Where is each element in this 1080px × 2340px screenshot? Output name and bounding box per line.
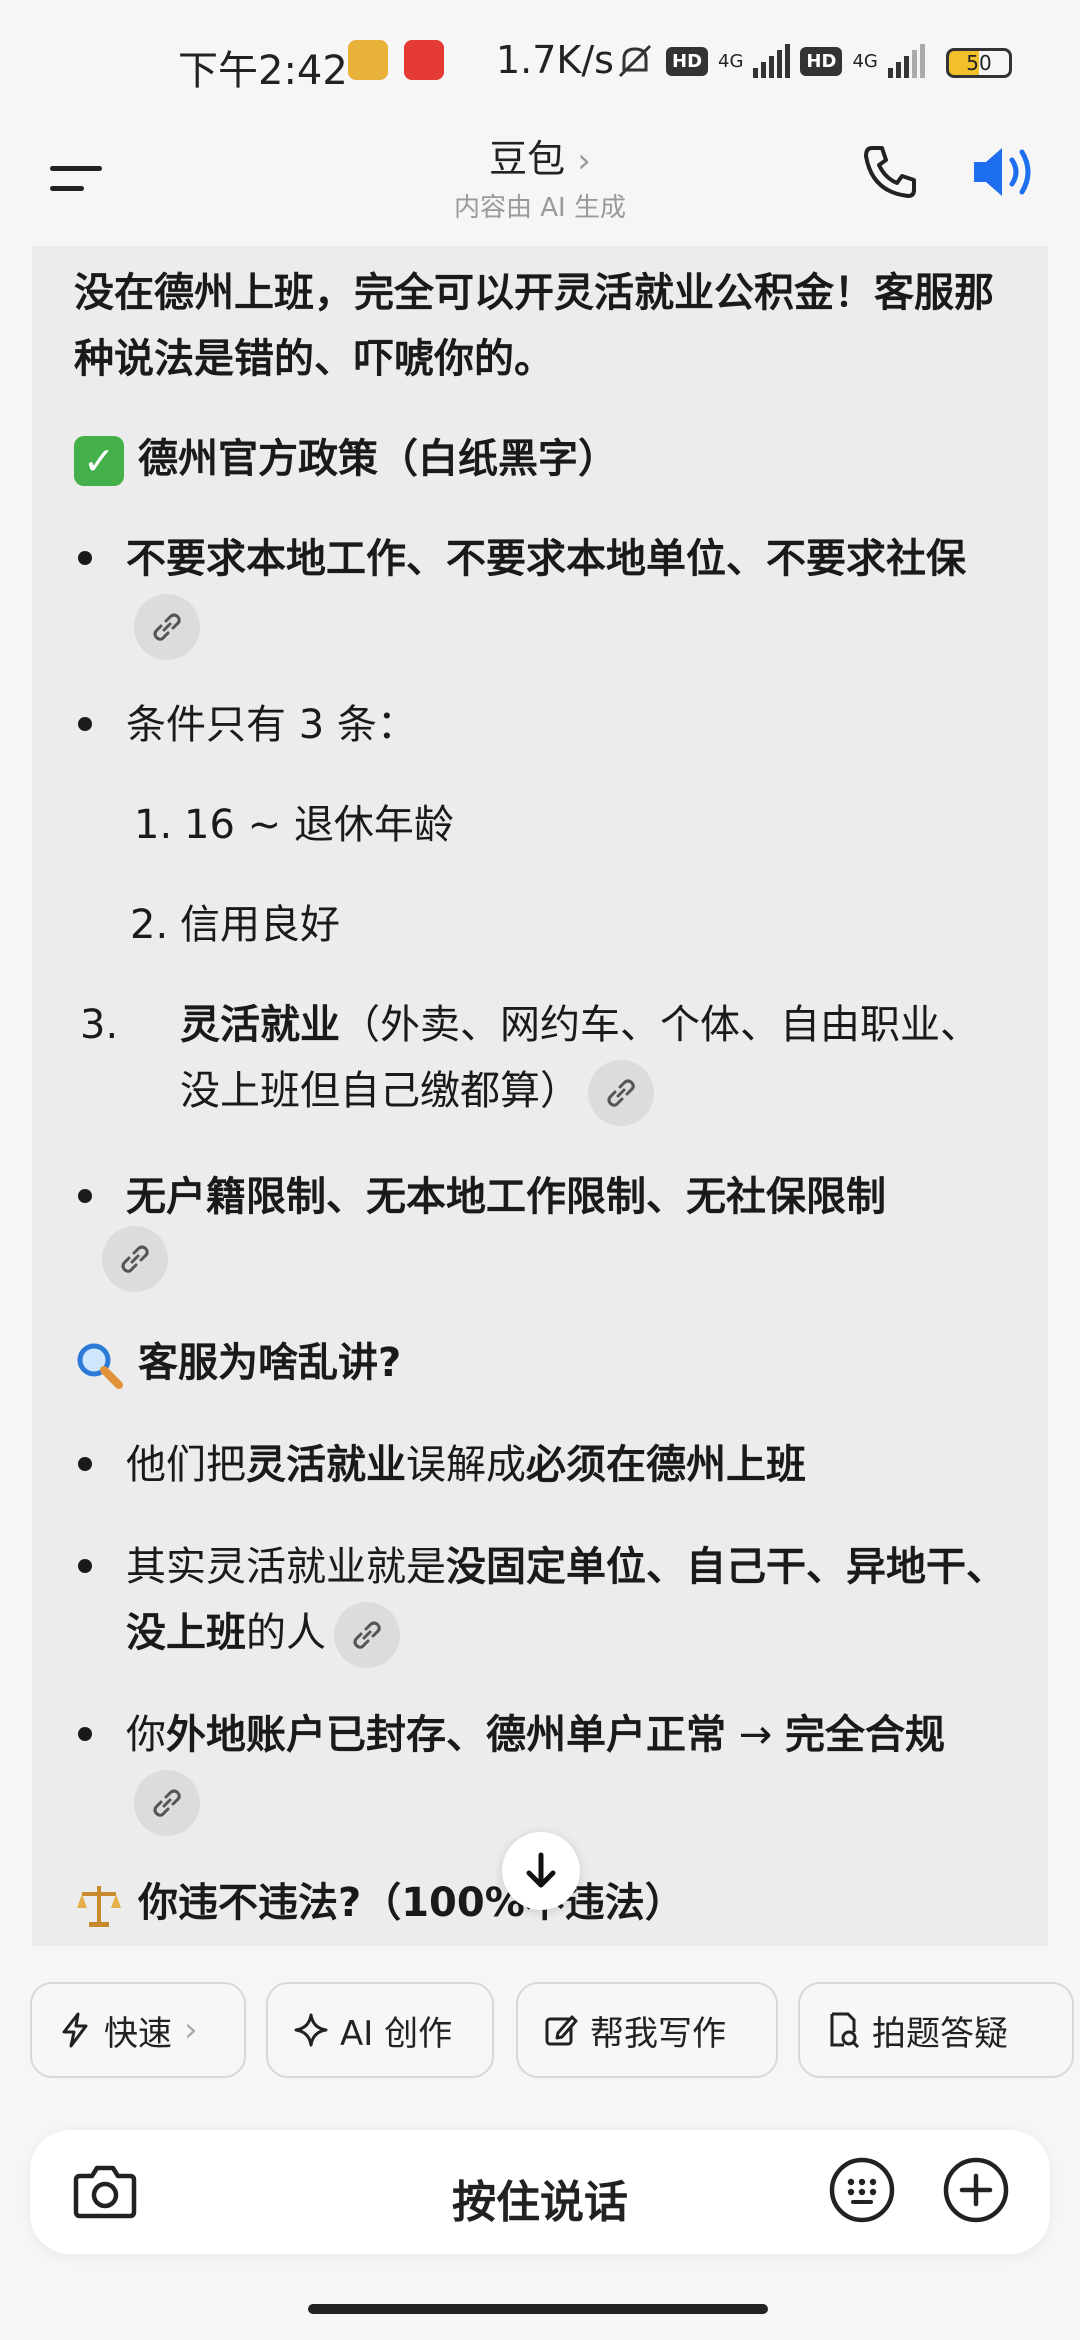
- message-intro: 没在德州上班，完全可以开灵活就业公积金！客服那种说法是错的、吓唬你的。: [74, 270, 994, 382]
- network-type: 4G: [718, 50, 744, 72]
- lightning-icon: [62, 2012, 88, 2048]
- link-icon[interactable]: [334, 1602, 400, 1668]
- quick-action-help-write[interactable]: 帮我写作: [516, 1982, 778, 2078]
- section-heading: 客服为啥乱讲?: [74, 1330, 1018, 1396]
- arrow-down-icon: [526, 1852, 556, 1888]
- signal-icon: [887, 44, 925, 78]
- link-icon[interactable]: [102, 1226, 168, 1292]
- ai-message-card: 没在德州上班，完全可以开灵活就业公积金！客服那种说法是错的、吓唬你的。 ✓ 德州官…: [32, 246, 1048, 1946]
- list-item: 其实灵活就业就是没固定单位、自己干、异地干、没上班的人: [126, 1534, 1012, 1668]
- link-icon[interactable]: [134, 1770, 200, 1836]
- bullet-icon: [78, 717, 92, 731]
- list-item: 不要求本地工作、不要求本地单位、不要求社保: [126, 526, 1012, 660]
- section-heading: ✓ 德州官方政策（白纸黑字）: [74, 426, 1018, 492]
- list-item: 无户籍限制、无本地工作限制、无社保限制: [126, 1174, 886, 1220]
- bullet-icon: [78, 1559, 92, 1573]
- numbered-item: 2. 信用良好: [130, 902, 340, 948]
- list-item: 他们把灵活就业误解成必须在德州上班: [126, 1442, 806, 1488]
- list-item: 你外地账户已封存、德州单户正常 → 完全合规: [126, 1702, 1012, 1836]
- status-bar: 下午2:42 1.7K/s HD 4G HD 4G 50: [0, 0, 1080, 120]
- phone-icon[interactable]: [858, 140, 922, 204]
- numbered-item: 3. 灵活就业（外卖、网约车、个体、自由职业、没上班但自己缴都算）: [80, 992, 1014, 1126]
- network-type: 4G: [852, 50, 878, 72]
- chevron-right-icon: ›: [184, 2010, 198, 2050]
- scan-doc-icon: [830, 2012, 860, 2048]
- network-speed: 1.7K/s: [496, 38, 614, 82]
- input-bar: 按住说话: [30, 2130, 1050, 2254]
- home-indicator[interactable]: [308, 2304, 768, 2314]
- speaker-icon[interactable]: [968, 140, 1038, 204]
- bullet-icon: [78, 1457, 92, 1471]
- balance-scale-icon: [77, 1886, 121, 1927]
- quick-action-photo-question[interactable]: 拍题答疑: [798, 1982, 1074, 2078]
- link-icon[interactable]: [588, 1060, 654, 1126]
- chevron-right-icon: ›: [577, 141, 591, 181]
- hd-badge: HD: [800, 46, 843, 76]
- magnifier-icon: [77, 1343, 123, 1389]
- bullet-icon: [78, 1727, 92, 1741]
- scroll-to-bottom-button[interactable]: [502, 1832, 580, 1910]
- page-title: 豆包: [489, 137, 566, 181]
- bullet-icon: [78, 551, 92, 565]
- battery-icon: 50: [946, 48, 1012, 78]
- link-icon[interactable]: [134, 594, 200, 660]
- quick-action-ai-create[interactable]: AI 创作: [266, 1982, 494, 2078]
- bullet-icon: [78, 1189, 92, 1203]
- numbered-item: 1. 16 ~ 退休年龄: [134, 802, 454, 848]
- section-title: 德州官方政策（白纸黑字）: [138, 436, 618, 482]
- plus-icon[interactable]: [942, 2156, 1010, 2224]
- hd-badge: HD: [666, 46, 709, 76]
- signal-icon: [753, 44, 791, 78]
- quick-action-fast[interactable]: 快速 ›: [30, 1982, 246, 2078]
- mute-bell-icon: [618, 44, 652, 78]
- chat-header: 豆包 › 内容由 AI 生成: [0, 120, 1080, 240]
- section-title: 客服为啥乱讲?: [138, 1340, 402, 1386]
- sparkle-icon: [294, 2013, 328, 2047]
- status-icons: HD 4G HD 4G: [614, 40, 925, 82]
- status-time: 下午2:42: [178, 48, 348, 94]
- notification-app-icon: [348, 40, 388, 80]
- keyboard-icon[interactable]: [828, 2156, 896, 2224]
- list-item: 条件只有 3 条：: [126, 702, 417, 748]
- quick-actions: 快速 › AI 创作 帮我写作 拍题答疑: [30, 1982, 1080, 2082]
- check-mark-icon: ✓: [74, 436, 124, 486]
- hold-to-talk-button[interactable]: 按住说话: [30, 2166, 1050, 2230]
- notification-app-icon: [404, 40, 444, 80]
- section-title: 你违不违法?（100%不违法）: [138, 1880, 685, 1926]
- edit-icon: [545, 2015, 578, 2046]
